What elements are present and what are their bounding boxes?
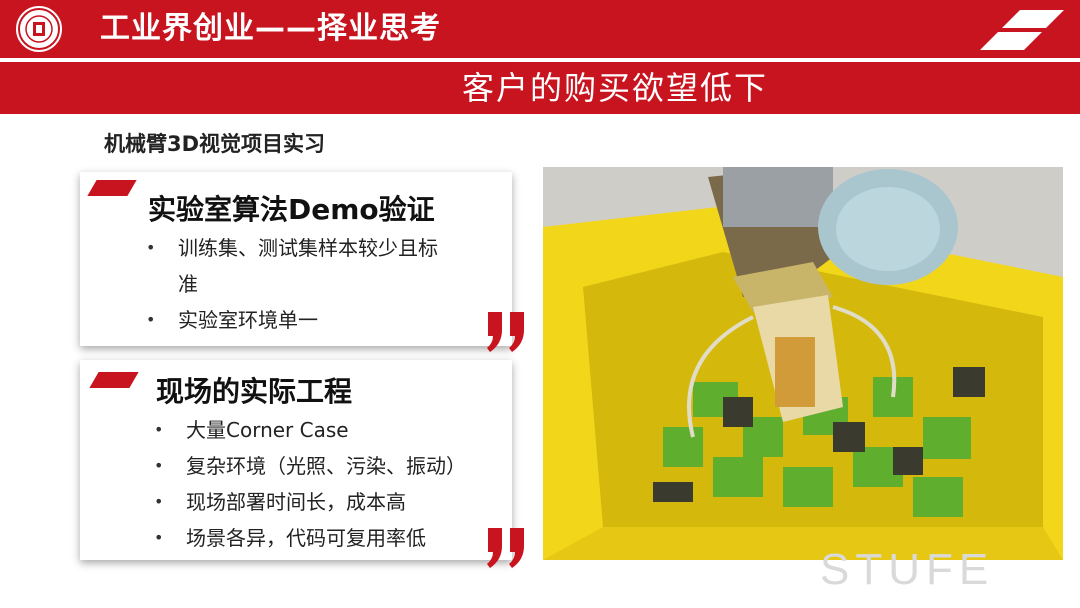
card-field-engineering: 现场的实际工程 大量Corner Case 复杂环境（光照、污染、振动） 现场部… xyxy=(80,360,524,568)
slide-subtitle: 客户的购买欲望低下 xyxy=(461,69,768,107)
subtitle-banner: 客户的购买欲望低下 xyxy=(0,62,1080,114)
top-banner: 工业界创业——择业思考 xyxy=(0,0,1080,58)
card-title: 现场的实际工程 xyxy=(156,375,353,408)
watermark-text: STUFE xyxy=(820,545,995,594)
list-item: 现场部署时间长，成本高 xyxy=(154,484,504,520)
list-item: 训练集、测试集样本较少且标准 xyxy=(146,230,446,302)
page-title: 工业界创业——择业思考 xyxy=(100,11,441,46)
list-item: 大量Corner Case xyxy=(154,412,504,448)
card-flag-icon xyxy=(89,372,139,388)
card-flag-icon xyxy=(87,180,137,196)
quote-mark-icon xyxy=(487,312,524,352)
robot-arm-photo xyxy=(543,167,1063,560)
list-item: 复杂环境（光照、污染、振动） xyxy=(154,448,504,484)
bullet-list: 大量Corner Case 复杂环境（光照、污染、振动） 现场部署时间长，成本高… xyxy=(154,412,504,556)
bullet-list: 训练集、测试集样本较少且标准 实验室环境单一 xyxy=(146,230,446,338)
list-item: 实验室环境单一 xyxy=(146,302,446,338)
quote-mark-icon xyxy=(487,528,524,568)
corner-stripe-icon xyxy=(980,10,1064,50)
card-title: 实验室算法Demo验证 xyxy=(148,193,435,226)
section-title: 机械臂3D视觉项目实习 xyxy=(104,132,326,156)
university-logo-icon xyxy=(14,4,64,54)
card-lab-demo: 实验室算法Demo验证 训练集、测试集样本较少且标准 实验室环境单一 xyxy=(80,172,524,352)
list-item: 场景各异，代码可复用率低 xyxy=(154,520,504,556)
